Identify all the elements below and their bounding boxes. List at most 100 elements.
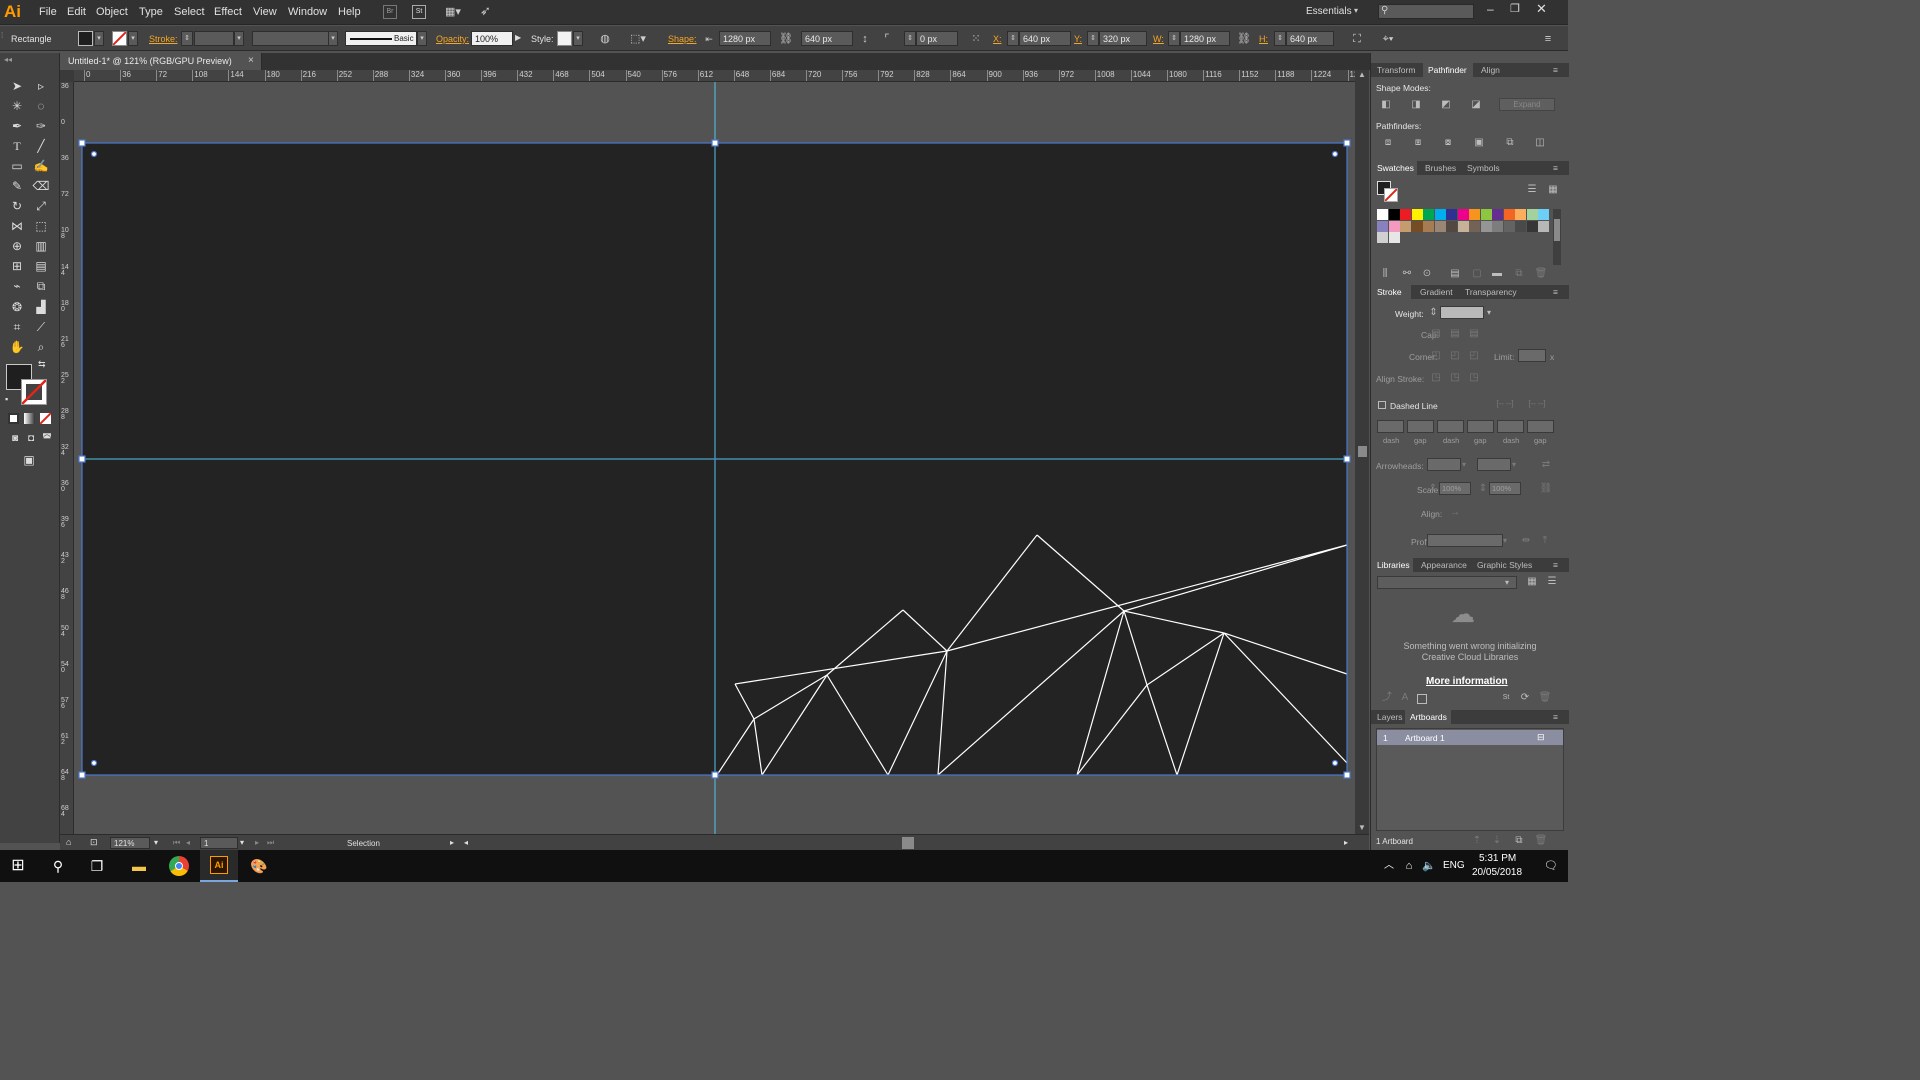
magic-wand-tool-icon[interactable]: ✳: [8, 97, 26, 115]
close-tab-icon[interactable]: ×: [248, 55, 254, 66]
new-swatch-icon[interactable]: ⧉: [1511, 267, 1527, 281]
library-select[interactable]: [1377, 576, 1517, 589]
panel-menu-icon[interactable]: ≡: [1553, 287, 1558, 297]
stroke-swatch[interactable]: [112, 31, 127, 46]
tab-symbols[interactable]: Symbols: [1467, 163, 1500, 173]
color-swatch[interactable]: [1388, 209, 1400, 220]
document-tab[interactable]: Untitled-1* @ 121% (RGB/GPU Preview) ×: [62, 53, 262, 70]
ruler-origin[interactable]: [60, 70, 74, 82]
weight-field[interactable]: [1440, 306, 1484, 319]
tab-layers[interactable]: Layers: [1377, 712, 1403, 722]
panel-menu-icon[interactable]: ≡: [1553, 712, 1558, 722]
link-scale-icon[interactable]: ⛓: [1538, 482, 1554, 496]
tab-graphic-styles[interactable]: Graphic Styles: [1477, 560, 1532, 570]
color-swatch[interactable]: [1538, 209, 1549, 220]
flip-across-icon[interactable]: ⤒: [1537, 534, 1553, 548]
trim-icon[interactable]: ⧆: [1410, 136, 1426, 150]
delete-artboard-icon[interactable]: 🗑: [1533, 834, 1549, 848]
divide-icon[interactable]: ⧈: [1380, 136, 1396, 150]
swap-fill-stroke-icon[interactable]: ⇆: [38, 359, 46, 370]
profile-select[interactable]: [1427, 534, 1503, 547]
crop-icon[interactable]: ▣: [1471, 136, 1487, 150]
shape-width-field[interactable]: 1280 px: [719, 31, 771, 46]
color-swatch[interactable]: [1400, 220, 1411, 232]
scroll-right-icon[interactable]: ▸: [1344, 838, 1348, 847]
resize-handle[interactable]: [1343, 455, 1351, 463]
current-tool-status[interactable]: Selection: [347, 839, 380, 848]
default-fill-stroke-icon[interactable]: ▪: [5, 394, 8, 404]
tab-pathfinder[interactable]: Pathfinder: [1428, 65, 1467, 75]
color-swatch[interactable]: [1515, 209, 1526, 220]
restore-icon[interactable]: ❐: [1510, 2, 1520, 15]
previous-artboard-icon[interactable]: ◂: [186, 838, 190, 847]
menu-type[interactable]: Type: [139, 6, 163, 18]
artboard-number-field[interactable]: 1: [200, 837, 238, 849]
h-field[interactable]: 640 px: [1286, 31, 1334, 46]
blend-tool-icon[interactable]: ⧉: [32, 277, 50, 295]
swatch-grid[interactable]: [1377, 209, 1551, 265]
dash-preserve-icon[interactable]: [-- --]: [1491, 397, 1519, 411]
arrange-documents-icon[interactable]: ▦▾: [445, 5, 467, 19]
scroll-down-icon[interactable]: ▼: [1358, 823, 1366, 832]
align-center-icon[interactable]: ◳: [1428, 371, 1444, 385]
scale-end-field[interactable]: 100%: [1489, 482, 1521, 495]
list-view-icon[interactable]: ☰: [1524, 183, 1540, 197]
bridge-button[interactable]: Br: [383, 5, 397, 19]
fill-dropdown[interactable]: ▾: [94, 31, 104, 46]
opacity-arrow-icon[interactable]: ▶: [515, 33, 521, 42]
library-list-view-icon[interactable]: ☰: [1544, 575, 1560, 589]
search-icon[interactable]: ⚲: [45, 856, 71, 876]
resize-handle[interactable]: [78, 139, 86, 147]
stroke-label[interactable]: Stroke:: [149, 34, 178, 44]
expand-button[interactable]: Expand: [1499, 98, 1555, 111]
corner-widget[interactable]: [90, 759, 98, 767]
merge-icon[interactable]: ⧇: [1440, 136, 1456, 150]
arrow-tip-place-icon[interactable]: →: [1447, 506, 1463, 520]
butt-cap-icon[interactable]: ▤: [1428, 327, 1444, 341]
clock-date[interactable]: 20/05/2018: [1472, 867, 1522, 878]
resize-handle[interactable]: [1343, 771, 1351, 779]
move-up-icon[interactable]: ⇡: [1469, 834, 1485, 848]
notifications-icon[interactable]: 🗨: [1538, 856, 1564, 876]
mesh-tool-icon[interactable]: ⊞: [8, 257, 26, 275]
reference-point-icon[interactable]: ⁙: [969, 32, 983, 46]
swatch-options-icon[interactable]: ▤: [1447, 267, 1463, 281]
gradient-mode-icon[interactable]: [24, 413, 35, 424]
task-view-icon[interactable]: ❐: [84, 856, 110, 876]
resize-handle[interactable]: [711, 771, 719, 779]
vertical-scrollbar[interactable]: ▲ ▼: [1355, 70, 1369, 834]
color-swatch[interactable]: [1434, 220, 1446, 232]
shape-label[interactable]: Shape:: [668, 34, 697, 44]
color-swatch[interactable]: [1526, 209, 1538, 220]
color-swatch[interactable]: [1457, 209, 1469, 220]
status-menu-icon[interactable]: ▸: [450, 838, 454, 847]
chevron-down-icon[interactable]: ▾: [1354, 6, 1358, 15]
transform-icon[interactable]: ⛶: [1350, 32, 1364, 46]
menu-view[interactable]: View: [253, 6, 277, 18]
collapse-tools-icon[interactable]: ◂◂: [4, 55, 12, 64]
volume-icon[interactable]: 🔈: [1416, 856, 1442, 876]
arrowhead-start-select[interactable]: [1427, 458, 1461, 471]
color-swatch[interactable]: [1423, 209, 1434, 220]
chrome-icon[interactable]: [169, 856, 189, 876]
gap-2-field[interactable]: [1467, 420, 1494, 433]
slice-tool-icon[interactable]: ⟋: [32, 318, 50, 336]
scale-tool-icon[interactable]: ⤢: [32, 197, 50, 215]
scale-start-stepper[interactable]: ⇕: [1428, 482, 1438, 496]
stroke-weight-dropdown[interactable]: ▾: [234, 31, 244, 46]
tab-libraries[interactable]: Libraries: [1377, 560, 1410, 570]
arrowhead-end-select[interactable]: [1477, 458, 1511, 471]
horizontal-scrollbar-thumb[interactable]: [902, 837, 914, 849]
swatch-scrollbar[interactable]: [1553, 209, 1561, 265]
tab-transparency[interactable]: Transparency: [1465, 287, 1517, 297]
color-swatch[interactable]: [1457, 220, 1469, 232]
projecting-cap-icon[interactable]: ▤: [1466, 327, 1482, 341]
dash-1-field[interactable]: [1377, 420, 1404, 433]
variable-width-dropdown[interactable]: ▾: [328, 31, 338, 46]
rotate-view-icon[interactable]: ⌂: [66, 837, 71, 847]
scale-end-stepper[interactable]: ⇕: [1478, 482, 1488, 496]
free-transform-tool-icon[interactable]: ⬚: [32, 217, 50, 235]
chevron-down-icon[interactable]: ▾: [1502, 576, 1512, 590]
color-swatch[interactable]: [1538, 220, 1549, 232]
color-swatch[interactable]: [1446, 220, 1457, 232]
